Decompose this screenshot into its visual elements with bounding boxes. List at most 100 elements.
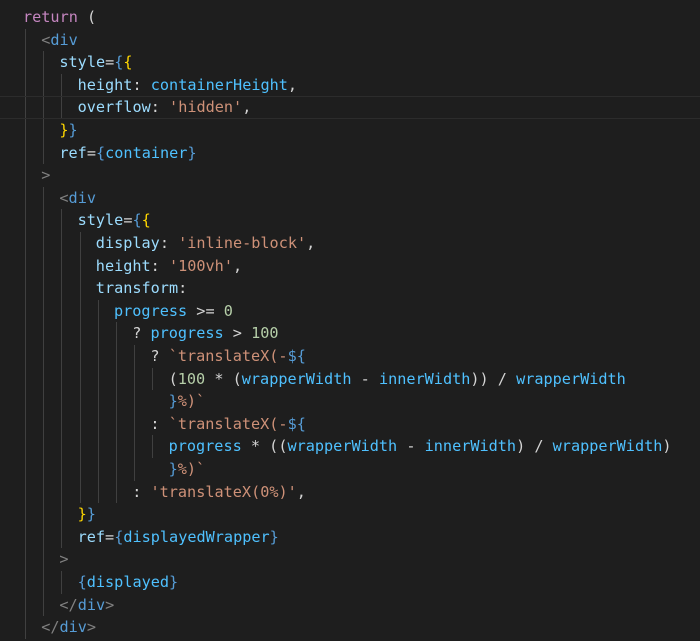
indent-guide [43, 548, 45, 571]
code-token: %)` [177, 460, 206, 478]
code-token: wrapperWidth [516, 369, 626, 388]
code-token: { [114, 527, 124, 546]
code-token: progress [114, 301, 188, 320]
indent-guide [25, 390, 26, 413]
indent-guide [97, 458, 99, 481]
code-text: height: containerHeight, [78, 74, 297, 97]
indent-guide [25, 525, 26, 549]
code-text: height: '100vh', [96, 255, 242, 278]
code-token: } [187, 143, 197, 162]
code-token: } [169, 573, 179, 591]
code-token: 100 [251, 324, 279, 343]
code-token: , [296, 482, 306, 501]
code-line[interactable]: }%)` [0, 390, 700, 413]
code-line[interactable]: overflow: 'hidden', [0, 96, 700, 119]
code-token: wrapperWidth [552, 437, 663, 456]
code-token: displayedWrapper [123, 527, 270, 546]
code-token: } [86, 505, 96, 524]
code-token: { [95, 143, 106, 162]
indent-guide [134, 458, 136, 481]
code-token: height [95, 256, 151, 275]
code-line[interactable]: ref={displayedWrapper} [0, 525, 700, 549]
indent-guide [152, 435, 154, 458]
code-line[interactable]: return ( [0, 6, 700, 29]
code-line[interactable]: {displayed} [0, 571, 700, 594]
indent-guide [61, 345, 63, 368]
code-line[interactable]: ? `translateX(-${ [0, 345, 700, 368]
code-line[interactable]: progress * ((wrapperWidth - innerWidth) … [0, 435, 700, 458]
code-line[interactable]: style={{ [0, 51, 700, 74]
code-line[interactable]: display: 'inline-block', [0, 232, 700, 255]
indent-guide [79, 412, 81, 436]
code-line[interactable]: height: '100vh', [0, 254, 700, 278]
code-token: = [105, 53, 115, 72]
code-token: ( [168, 369, 178, 388]
indent-guide [97, 345, 99, 368]
indent-guide [25, 254, 26, 278]
indent-guide [134, 367, 136, 391]
code-line[interactable]: progress >= 0 [0, 299, 700, 323]
code-token: } [168, 460, 178, 478]
code-token: containerHeight [150, 75, 288, 94]
code-text: }%)` [169, 390, 206, 413]
code-line[interactable]: ref={container} [0, 141, 700, 165]
code-token: 100 [177, 369, 206, 388]
code-line[interactable]: </div> [0, 616, 700, 639]
indent-guide [43, 119, 45, 142]
code-token: displayed [86, 573, 170, 591]
indent-guide [79, 322, 81, 345]
indent-guide [79, 435, 81, 458]
code-text: ref={container} [59, 142, 196, 165]
code-line[interactable]: : 'translateX(0%)', [0, 480, 700, 504]
indent-guide [43, 412, 45, 436]
indent-guide [61, 525, 63, 549]
code-token: ref [77, 527, 106, 546]
code-token: ${ [287, 347, 306, 365]
code-line[interactable]: <div [0, 28, 700, 52]
indent-guide [134, 345, 136, 368]
indent-guide [25, 299, 26, 323]
code-token: progress [150, 324, 224, 343]
code-token: } [168, 392, 178, 411]
code-line[interactable]: </div> [0, 593, 700, 617]
code-text: <div [41, 29, 78, 52]
code-token: %)` [177, 392, 206, 411]
code-line[interactable]: ? progress > 100 [0, 322, 700, 345]
code-editor[interactable]: return (<div style={{height: containerHei… [0, 0, 700, 641]
code-line[interactable]: > [0, 548, 700, 571]
code-line[interactable]: }} [0, 119, 700, 142]
indent-guide [25, 571, 26, 594]
indent-guide [79, 232, 81, 255]
code-token: < [41, 30, 51, 49]
indent-guide [25, 51, 26, 74]
code-line[interactable]: }%)` [0, 458, 700, 481]
code-line[interactable]: style={{ [0, 209, 700, 232]
indent-guide [25, 458, 26, 481]
indent-guide [25, 277, 26, 300]
code-token: div [77, 595, 106, 614]
indent-guide [61, 209, 63, 232]
code-token: return [23, 8, 88, 26]
code-text: : `translateX(-${ [150, 413, 305, 436]
indent-guide [116, 480, 117, 504]
code-token: : [132, 75, 151, 94]
code-text: ? progress > 100 [132, 322, 278, 345]
code-line[interactable]: <div [0, 186, 700, 210]
code-token: ( [87, 8, 97, 26]
code-line[interactable]: height: containerHeight, [0, 73, 700, 97]
indent-guide [43, 322, 45, 345]
indent-guide [134, 390, 136, 413]
code-token: * (( [241, 437, 288, 456]
code-token: innerWidth [424, 437, 517, 456]
code-line[interactable]: (100 * (wrapperWidth - innerWidth)) / wr… [0, 367, 700, 391]
code-text: {displayed} [78, 571, 179, 594]
indent-guide [43, 254, 45, 278]
indent-guide [61, 299, 63, 323]
code-line[interactable]: : `translateX(-${ [0, 412, 700, 436]
code-token: } [68, 121, 78, 139]
indent-guide [25, 503, 26, 526]
code-line[interactable]: }} [0, 503, 700, 526]
indent-guide [61, 412, 63, 436]
code-line[interactable]: transform: [0, 277, 700, 300]
code-line[interactable]: > [0, 164, 700, 187]
